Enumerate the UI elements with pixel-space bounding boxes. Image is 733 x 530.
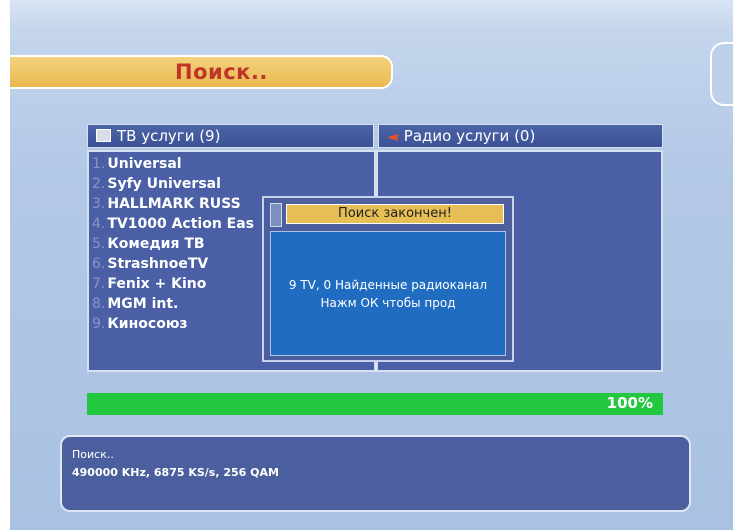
channel-item[interactable]: 1. Universal bbox=[92, 156, 362, 176]
dialog-hint: Нажм ОК чтобы прод bbox=[320, 296, 456, 310]
tv-services-title: ТВ услуги (9) bbox=[117, 127, 221, 145]
page-title: Поиск.. bbox=[175, 60, 268, 84]
dialog-message: 9 TV, 0 Найденные радиоканал bbox=[288, 278, 488, 292]
channel-item[interactable]: 2. Syfy Universal bbox=[92, 176, 362, 196]
frequency-info: 490000 KHz, 6875 KS/s, 256 QAM bbox=[72, 466, 279, 479]
top-band bbox=[10, 0, 733, 28]
dialog-title: Поиск закончен! bbox=[286, 204, 504, 224]
radio-services-title: Радио услуги (0) bbox=[403, 127, 536, 145]
scan-progress-bar: 100% bbox=[87, 393, 663, 415]
status-text: Поиск.. bbox=[72, 448, 114, 461]
progress-label: 100% bbox=[606, 394, 653, 412]
status-panel: Поиск.. 490000 KHz, 6875 KS/s, 256 QAM bbox=[60, 435, 691, 512]
search-complete-dialog[interactable]: Поиск закончен! 9 TV, 0 Найденные радиок… bbox=[262, 196, 514, 362]
tv-screen: Поиск.. ТВ услуги (9) ◄ Радио услуги (0) … bbox=[10, 0, 733, 530]
speaker-icon: ◄ bbox=[387, 129, 398, 145]
radio-services-header[interactable]: ◄ Радио услуги (0) bbox=[378, 124, 663, 148]
title-bar: Поиск.. bbox=[10, 55, 393, 89]
tv-services-header[interactable]: ТВ услуги (9) bbox=[87, 124, 374, 148]
progress-fill bbox=[87, 393, 663, 415]
dialog-handle bbox=[270, 203, 282, 227]
right-tab bbox=[710, 42, 733, 106]
dialog-body: 9 TV, 0 Найденные радиоканал Нажм ОК что… bbox=[270, 231, 506, 356]
tv-icon bbox=[96, 129, 111, 142]
